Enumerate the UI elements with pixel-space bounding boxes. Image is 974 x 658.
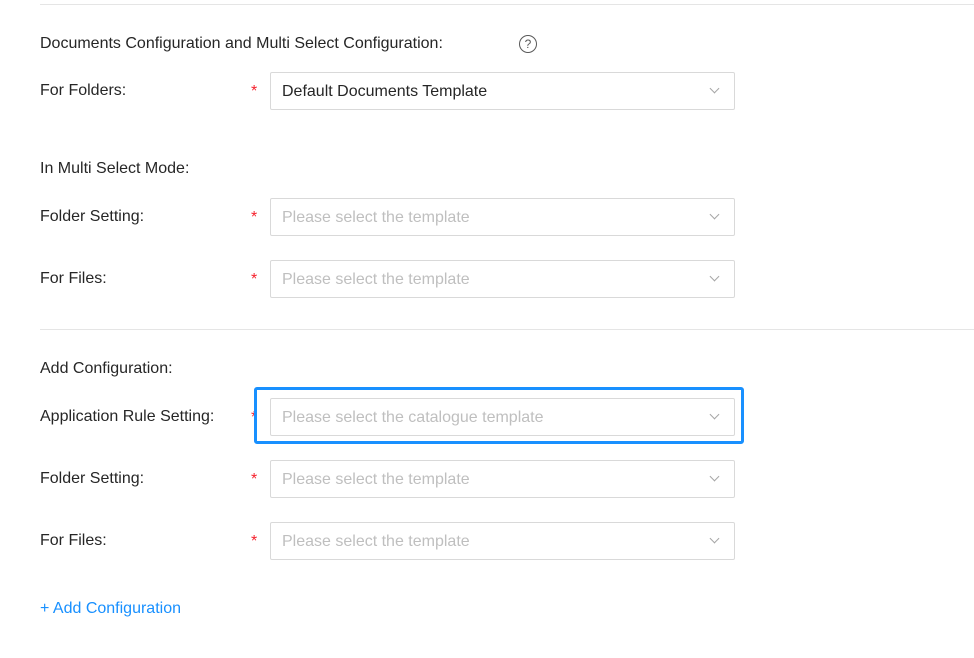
select-placeholder: Please select the template — [282, 209, 470, 226]
help-icon[interactable]: ? — [519, 35, 537, 53]
required-marker: * — [251, 271, 258, 288]
chevron-down-icon — [709, 209, 720, 220]
folder-setting-label: Folder Setting: — [40, 470, 145, 487]
required-marker: * — [251, 83, 258, 100]
required-marker: * — [251, 533, 258, 550]
chevron-down-icon — [709, 409, 720, 420]
top-divider — [40, 4, 974, 5]
multi-folder-setting-select[interactable]: Please select the template — [270, 198, 735, 236]
add-for-files-select[interactable]: Please select the template — [270, 522, 735, 560]
multi-select-heading: In Multi Select Mode: — [40, 160, 190, 177]
chevron-down-icon — [709, 271, 720, 282]
add-folder-setting-select[interactable]: Please select the template — [270, 460, 735, 498]
multi-for-files-select[interactable]: Please select the template — [270, 260, 735, 298]
required-marker: * — [251, 409, 258, 426]
application-rule-select[interactable]: Please select the catalogue template — [270, 398, 735, 436]
for-files-label: For Files: — [40, 270, 107, 287]
folder-setting-label: Folder Setting: — [40, 208, 145, 225]
select-placeholder: Please select the template — [282, 271, 470, 288]
select-placeholder: Please select the template — [282, 471, 470, 488]
application-rule-label: Application Rule Setting: — [40, 408, 215, 425]
for-files-label: For Files: — [40, 532, 107, 549]
section-title: Documents Configuration and Multi Select… — [40, 35, 443, 52]
chevron-down-icon — [709, 471, 720, 482]
add-configuration-link[interactable]: + Add Configuration — [40, 599, 181, 619]
for-folders-select[interactable]: Default Documents Template — [270, 72, 735, 110]
chevron-down-icon — [709, 533, 720, 544]
required-marker: * — [251, 471, 258, 488]
add-configuration-heading: Add Configuration: — [40, 360, 173, 377]
for-folders-label: For Folders: — [40, 82, 127, 99]
select-placeholder: Please select the catalogue template — [282, 409, 544, 426]
required-marker: * — [251, 209, 258, 226]
section-divider — [40, 329, 974, 330]
select-value: Default Documents Template — [282, 83, 488, 100]
select-placeholder: Please select the template — [282, 533, 470, 550]
chevron-down-icon — [709, 83, 720, 94]
